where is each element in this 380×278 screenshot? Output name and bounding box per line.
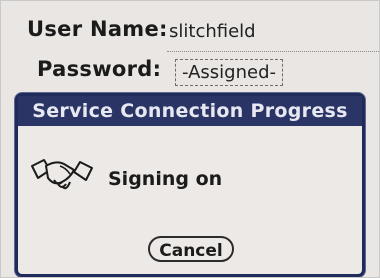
app-window: User Name: slitchfield Password: -Assign… (0, 0, 380, 278)
handshake-icon (30, 152, 94, 196)
dialog-title: Service Connection Progress (18, 96, 362, 126)
password-row: Password: -Assigned- (37, 57, 283, 86)
cancel-button[interactable]: Cancel (148, 236, 234, 262)
service-connection-dialog: Service Connection Progress Signing on C… (15, 93, 365, 277)
username-field[interactable]: slitchfield (167, 21, 379, 52)
status-message: Signing on (108, 168, 223, 190)
username-label: User Name: (27, 17, 168, 41)
password-field[interactable]: -Assigned- (175, 59, 283, 86)
password-label: Password: (37, 57, 162, 81)
username-row: User Name: slitchfield (27, 17, 379, 52)
